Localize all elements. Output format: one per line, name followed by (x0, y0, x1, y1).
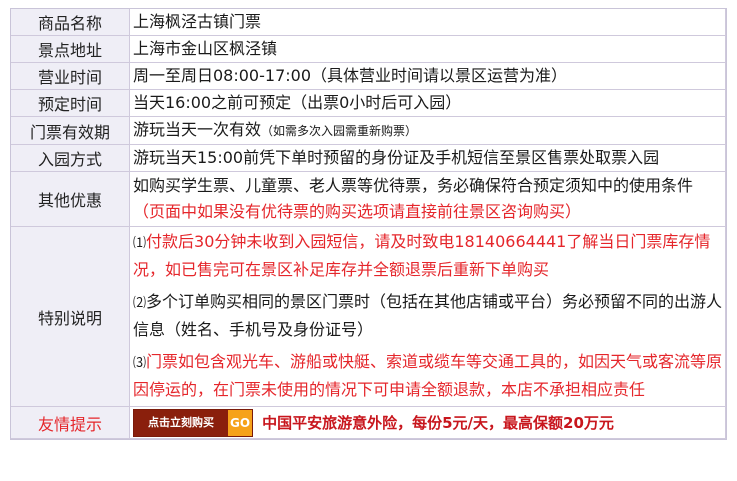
special-note-2-num: ⑵ (133, 296, 147, 311)
special-note-1-text: 付款后30分钟未收到入园短信，请及时致电18140664441了解当日门票库存情… (133, 232, 711, 279)
row-friendly-tip: 友情提示 点击立刻购买 GO 中国平安旅游意外险，每份5元/天，最高保额20万元 (11, 407, 726, 439)
label-friendly-tip: 友情提示 (11, 407, 130, 439)
row-entry-method: 入园方式 游玩当天15:00前凭下单时预留的身份证及手机短信至景区售票处取票入园 (11, 145, 726, 172)
value-other-discounts: 如购买学生票、儿童票、老人票等优待票，务必确保符合预定须知中的使用条件 （页面中如… (130, 172, 726, 227)
special-note-1-num: ⑴ (133, 236, 147, 251)
label-address: 景点地址 (11, 36, 130, 63)
discounts-note: （页面中如果没有优待票的购买选项请直接前往景区咨询购买） (133, 202, 582, 221)
buy-now-button[interactable]: 点击立刻购买 GO (133, 409, 253, 437)
value-product-name: 上海枫泾古镇门票 (130, 9, 726, 36)
special-note-1: ⑴付款后30分钟未收到入园短信，请及时致电18140664441了解当日门票库存… (133, 229, 723, 283)
validity-note: （如需多次入园需重新购票） (261, 124, 418, 138)
row-other-discounts: 其他优惠 如购买学生票、儿童票、老人票等优待票，务必确保符合预定须知中的使用条件… (11, 172, 726, 227)
row-product-name: 商品名称 上海枫泾古镇门票 (11, 9, 726, 36)
label-validity: 门票有效期 (11, 117, 130, 145)
row-validity: 门票有效期 游玩当天一次有效（如需多次入园需重新购票） (11, 117, 726, 145)
ticket-info-table-wrapper: 商品名称 上海枫泾古镇门票 景点地址 上海市金山区枫泾镇 营业时间 周一至周日0… (10, 8, 727, 440)
opening-hours-main: 周一至周日08:00-17:00 (133, 66, 311, 85)
validity-main: 游玩当天一次有效 (133, 120, 262, 139)
row-address: 景点地址 上海市金山区枫泾镇 (11, 36, 726, 63)
special-note-2-text: 多个订单购买相同的景区门票时（包括在其他店铺或平台）务必预留不同的出游人信息（姓… (133, 292, 723, 339)
label-booking-time: 预定时间 (11, 90, 130, 117)
special-note-2: ⑵多个订单购买相同的景区门票时（包括在其他店铺或平台）务必预留不同的出游人信息（… (133, 289, 723, 343)
row-booking-time: 预定时间 当天16:00之前可预定（出票0小时后可入园） (11, 90, 726, 117)
value-address: 上海市金山区枫泾镇 (130, 36, 726, 63)
value-special-notes: ⑴付款后30分钟未收到入园短信，请及时致电18140664441了解当日门票库存… (130, 227, 726, 407)
opening-hours-note: （具体营业时间请以景区运营为准） (311, 66, 568, 85)
insurance-banner: 中国平安旅游意外险，每份5元/天，最高保额20万元 (262, 414, 614, 432)
label-special-notes: 特别说明 (11, 227, 130, 407)
ticket-info-table: 商品名称 上海枫泾古镇门票 景点地址 上海市金山区枫泾镇 营业时间 周一至周日0… (10, 8, 727, 440)
value-friendly-tip: 点击立刻购买 GO 中国平安旅游意外险，每份5元/天，最高保额20万元 (130, 407, 726, 439)
special-note-3-text: 门票如包含观光车、游船或快艇、索道或缆车等交通工具的，如因天气或客流等原因停运的… (133, 352, 723, 399)
label-product-name: 商品名称 (11, 9, 130, 36)
label-opening-hours: 营业时间 (11, 63, 130, 90)
label-entry-method: 入园方式 (11, 145, 130, 172)
buy-now-label: 点击立刻购买 (134, 410, 228, 436)
value-entry-method: 游玩当天15:00前凭下单时预留的身份证及手机短信至景区售票处取票入园 (130, 145, 726, 172)
row-special-notes: 特别说明 ⑴付款后30分钟未收到入园短信，请及时致电18140664441了解当… (11, 227, 726, 407)
discounts-main: 如购买学生票、儿童票、老人票等优待票，务必确保符合预定须知中的使用条件 (133, 176, 694, 195)
special-note-3: ⑶门票如包含观光车、游船或快艇、索道或缆车等交通工具的，如因天气或客流等原因停运… (133, 349, 723, 403)
label-other-discounts: 其他优惠 (11, 172, 130, 227)
go-label: GO (228, 410, 252, 436)
value-opening-hours: 周一至周日08:00-17:00（具体营业时间请以景区运营为准） (130, 63, 726, 90)
row-opening-hours: 营业时间 周一至周日08:00-17:00（具体营业时间请以景区运营为准） (11, 63, 726, 90)
value-booking-time: 当天16:00之前可预定（出票0小时后可入园） (130, 90, 726, 117)
special-note-3-num: ⑶ (133, 356, 147, 371)
value-validity: 游玩当天一次有效（如需多次入园需重新购票） (130, 117, 726, 145)
